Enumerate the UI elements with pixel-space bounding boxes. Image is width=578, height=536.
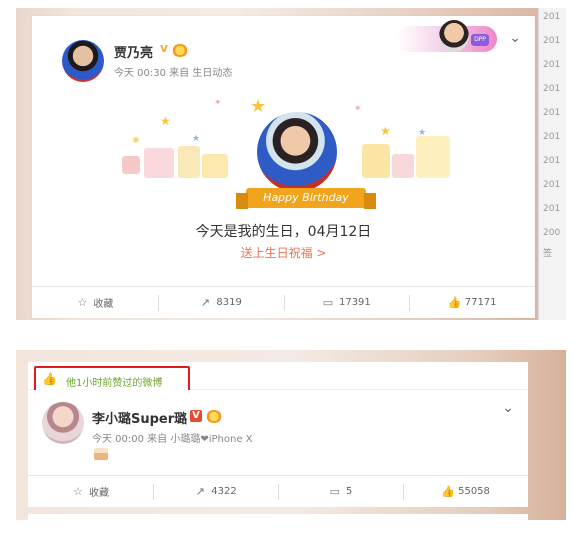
weibo-post-screenshot-1: 201 201 201 201 201 201 201 201 201 200 … (16, 8, 566, 320)
star-icon: ★ (380, 124, 391, 138)
year-label[interactable]: 201 (543, 156, 560, 166)
birthday-card-banner[interactable]: DPP (397, 20, 497, 52)
next-post-card-edge (28, 514, 528, 520)
comment-icon: ▭ (329, 485, 341, 498)
crown-icon[interactable] (206, 410, 222, 423)
chevron-down-icon[interactable]: ⌄ (509, 30, 521, 46)
liked-notice-text[interactable]: 他1小时前赞过的微博 (66, 374, 162, 389)
gift-icon (392, 154, 414, 178)
post-action-bar: ☆ 收藏 ↗ 4322 ▭ 5 👍 55058 (28, 475, 528, 507)
cake-emoji-icon (94, 448, 108, 460)
star-icon: ★ (192, 134, 201, 144)
post-meta: 今天 00:30 来自 生日动态 (114, 68, 233, 79)
year-label[interactable]: 签 (543, 246, 552, 259)
star-icon: ✶ (214, 98, 222, 108)
favorite-button[interactable]: ☆ 收藏 (28, 476, 153, 507)
favorite-button[interactable]: ☆ 收藏 (32, 287, 158, 318)
avatar[interactable] (42, 402, 84, 444)
star-icon: ✶ (354, 104, 362, 114)
user-name[interactable]: 李小璐Super璐 (92, 408, 187, 427)
gift-icon (144, 148, 174, 178)
birthday-text: 今天是我的生日，04月12日 (195, 224, 372, 240)
gift-icon (416, 136, 450, 178)
year-label[interactable]: 201 (543, 180, 560, 190)
repost-count: 8319 (216, 297, 242, 308)
gift-icon (122, 156, 140, 174)
comment-button[interactable]: ▭ 5 (278, 476, 403, 507)
like-icon: 👍 (42, 372, 57, 386)
year-label[interactable]: 201 (543, 132, 560, 142)
banner-tag: DPP (471, 34, 489, 46)
star-icon: ✺ (132, 136, 140, 146)
gift-icon (178, 146, 200, 178)
verified-v-icon[interactable]: V (158, 44, 170, 56)
avatar[interactable] (62, 40, 104, 82)
like-icon: 👍 (441, 485, 455, 498)
year-label[interactable]: 201 (543, 60, 560, 70)
chevron-down-icon[interactable]: ⌄ (502, 400, 514, 416)
repost-count: 4322 (211, 486, 237, 497)
post-card: DPP ⌄ 贾乃亮 V 今天 00:30 来自 生日动态 ★ ✶ ★ ★ ✶ ★… (32, 16, 535, 318)
comment-count: 17391 (338, 297, 371, 308)
year-label[interactable]: 201 (543, 204, 560, 214)
favorite-label: 收藏 (89, 488, 109, 499)
like-count: 77171 (464, 297, 497, 308)
gift-icon (202, 154, 228, 178)
verified-v-icon[interactable]: V (190, 410, 202, 422)
post-card: 李小璐Super璐 V 今天 00:00 来自 小璐璐❤iPhone X ⌄ ☆… (28, 390, 528, 507)
repost-button[interactable]: ↗ 4322 (153, 476, 278, 507)
year-label[interactable]: 201 (543, 36, 560, 46)
year-label[interactable]: 201 (543, 108, 560, 118)
star-icon: ★ (418, 128, 427, 138)
send-birthday-wishes-link[interactable]: 送上生日祝福 > (32, 244, 535, 261)
like-button[interactable]: 👍 77171 (409, 287, 535, 318)
share-icon: ↗ (195, 485, 205, 498)
repost-button[interactable]: ↗ 8319 (157, 287, 284, 318)
gift-icon (362, 144, 390, 178)
user-name[interactable]: 贾乃亮 (114, 42, 153, 61)
banner-avatar (439, 20, 469, 52)
timeline-year-sidebar: 201 201 201 201 201 201 201 201 201 200 … (538, 8, 566, 320)
post-action-bar: ☆ 收藏 ↗ 8319 ▭ 17391 👍 77171 (32, 286, 535, 318)
comment-count: 5 (345, 486, 353, 497)
share-icon: ↗ (200, 296, 210, 309)
star-icon: ☆ (77, 296, 88, 309)
crown-icon[interactable] (172, 44, 188, 57)
star-icon: ★ (250, 96, 267, 117)
happy-birthday-ribbon: Happy Birthday (236, 188, 376, 209)
star-icon: ☆ (73, 485, 83, 498)
liked-notice-highlight: 👍 他1小时前赞过的微博 (34, 366, 190, 392)
post-meta: 今天 00:00 来自 小璐璐❤iPhone X (92, 434, 253, 445)
like-count: 55058 (458, 486, 490, 497)
like-button[interactable]: 👍 55058 (403, 476, 528, 507)
birthday-avatar-photo[interactable] (254, 109, 340, 195)
liked-notice-bar: 👍 他1小时前赞过的微博 (28, 362, 528, 392)
star-icon: ★ (160, 114, 171, 128)
comment-icon: ▭ (322, 296, 334, 309)
year-label[interactable]: 200 (543, 228, 560, 238)
weibo-post-screenshot-2: 👍 他1小时前赞过的微博 李小璐Super璐 V 今天 00:00 来自 小璐璐… (16, 350, 566, 520)
favorite-label: 收藏 (93, 299, 114, 310)
like-icon: 👍 (447, 296, 462, 309)
year-label[interactable]: 201 (543, 84, 560, 94)
comment-button[interactable]: ▭ 17391 (283, 287, 410, 318)
year-label[interactable]: 201 (543, 12, 560, 22)
